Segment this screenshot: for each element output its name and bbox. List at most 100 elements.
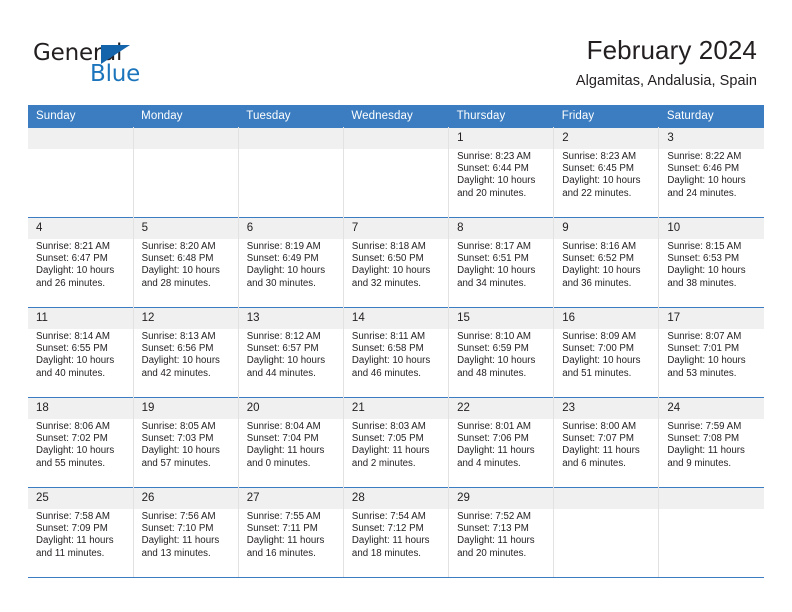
calendar-day-cell[interactable]: 8 Sunrise: 8:17 AM Sunset: 6:51 PM Daylight… (448, 217, 555, 308)
day-detail-line: and 13 minutes. (141, 547, 211, 559)
calendar-day-cell[interactable]: 12 Sunrise: 8:13 AM Sunset: 6:56 PM Dayligh… (133, 307, 239, 398)
day-detail-line: Sunrise: 8:03 AM (351, 421, 426, 432)
day-detail-line: Daylight: 10 hours (351, 355, 431, 367)
calendar-day-cell[interactable]: 16 Sunrise: 8:09 AM Sunset: 7:00 PM Dayligh… (553, 307, 660, 398)
calendar-day-cell[interactable]: 18 Sunrise: 8:06 AM Sunset: 7:02 PM Dayligh… (28, 397, 134, 488)
day-number: 7 (343, 218, 449, 239)
calendar-day-cell[interactable]: 9 Sunrise: 8:16 AM Sunset: 6:52 PM Daylight… (553, 217, 660, 308)
calendar-day-cell[interactable]: 23 Sunrise: 8:00 AM Sunset: 7:07 PM Dayligh… (553, 397, 660, 488)
day-detail-lines: Sunrise: 8:03 AM Sunset: 7:05 PM Daylight:… (344, 419, 448, 470)
day-detail-line: Sunrise: 8:23 AM (457, 151, 531, 162)
day-number: 10 (659, 218, 764, 239)
calendar-day-cell[interactable]: 27 Sunrise: 7:55 AM Sunset: 7:11 PM Dayligh… (238, 487, 344, 578)
day-number: 6 (238, 218, 343, 239)
calendar-day-cell[interactable]: 10 Sunrise: 8:15 AM Sunset: 6:53 PM Dayligh… (658, 217, 764, 308)
calendar-day-cell[interactable]: 25 Sunrise: 7:58 AM Sunset: 7:09 PM Dayligh… (28, 487, 134, 578)
day-detail-line: Daylight: 11 hours (246, 445, 325, 457)
day-number: 24 (659, 398, 764, 419)
weekday-header-thursday: Thursday (448, 105, 554, 128)
calendar-day-cell[interactable]: 7 Sunrise: 8:18 AM Sunset: 6:50 PM Daylight… (343, 217, 450, 308)
day-detail-lines: Sunrise: 8:06 AM Sunset: 7:02 PM Daylight:… (28, 419, 133, 470)
calendar-day-cell[interactable]: 19 Sunrise: 8:05 AM Sunset: 7:03 PM Dayligh… (133, 397, 239, 488)
calendar-day-cell[interactable]: 29 Sunrise: 7:52 AM Sunset: 7:13 PM Dayligh… (448, 487, 555, 578)
day-detail-line: and 20 minutes. (457, 547, 527, 559)
day-detail-line: Daylight: 11 hours (351, 445, 430, 457)
day-detail-line: Sunset: 7:09 PM (36, 523, 108, 535)
calendar-day-cell[interactable]: 4 Sunrise: 8:21 AM Sunset: 6:47 PM Daylight… (28, 217, 134, 308)
day-detail-line: Sunrise: 7:58 AM (36, 511, 110, 522)
weekday-header-monday: Monday (133, 105, 239, 128)
day-detail-line: and 2 minutes. (351, 457, 416, 469)
calendar-day-cell[interactable]: 21 Sunrise: 8:03 AM Sunset: 7:05 PM Dayligh… (343, 397, 450, 488)
day-detail-line: and 20 minutes. (457, 187, 527, 199)
day-detail-line: and 9 minutes. (667, 457, 732, 469)
calendar-day-cell[interactable]: 22 Sunrise: 8:01 AM Sunset: 7:06 PM Dayligh… (448, 397, 555, 488)
day-detail-line: Sunset: 6:44 PM (457, 163, 529, 175)
calendar-day-cell[interactable]: 1 Sunrise: 8:23 AM Sunset: 6:44 PM Daylight… (448, 127, 555, 218)
day-number: 23 (554, 398, 659, 419)
day-detail-lines: Sunrise: 8:00 AM Sunset: 7:07 PM Daylight:… (554, 419, 658, 470)
calendar-day-cell[interactable]: 11 Sunrise: 8:14 AM Sunset: 6:55 PM Dayligh… (28, 307, 134, 398)
day-number: 14 (343, 308, 449, 329)
day-detail-line: and 46 minutes. (351, 367, 422, 379)
day-detail-line: Daylight: 10 hours (562, 265, 641, 277)
day-detail-lines: Sunrise: 8:21 AM Sunset: 6:47 PM Daylight:… (28, 239, 133, 290)
day-detail-line: Daylight: 11 hours (36, 535, 114, 547)
calendar-day-cell[interactable]: 5 Sunrise: 8:20 AM Sunset: 6:48 PM Daylight… (133, 217, 239, 308)
day-detail-line: Daylight: 10 hours (667, 265, 746, 277)
calendar-day-cell[interactable]: 26 Sunrise: 7:56 AM Sunset: 7:10 PM Dayligh… (133, 487, 239, 578)
calendar-day-cell[interactable]: 15 Sunrise: 8:10 AM Sunset: 6:59 PM Dayligh… (448, 307, 555, 398)
day-detail-line: Sunset: 7:13 PM (457, 523, 529, 535)
day-detail-line: Sunrise: 8:04 AM (246, 421, 321, 432)
calendar-day-cell[interactable]: 13 Sunrise: 8:12 AM Sunset: 6:57 PM Dayligh… (238, 307, 344, 398)
day-detail-lines: Sunrise: 8:20 AM Sunset: 6:48 PM Daylight:… (134, 239, 238, 290)
day-number: 3 (659, 128, 764, 149)
day-detail-line: Daylight: 11 hours (246, 535, 325, 547)
calendar-day-cell[interactable]: 28 Sunrise: 7:54 AM Sunset: 7:12 PM Dayligh… (343, 487, 450, 578)
day-detail-line: Sunset: 7:10 PM (141, 523, 214, 535)
day-detail-line: Sunset: 6:47 PM (36, 253, 108, 265)
calendar-day-cell[interactable]: 3 Sunrise: 8:22 AM Sunset: 6:46 PM Daylight… (658, 127, 764, 218)
day-detail-line: and 18 minutes. (351, 547, 422, 559)
day-number (28, 128, 133, 149)
day-detail-line: and 22 minutes. (562, 187, 632, 199)
day-detail-line: Sunrise: 8:21 AM (36, 241, 110, 252)
calendar-day-cell[interactable]: 14 Sunrise: 8:11 AM Sunset: 6:58 PM Dayligh… (343, 307, 450, 398)
day-number: 9 (554, 218, 659, 239)
day-detail-line: Sunrise: 8:01 AM (457, 421, 531, 432)
calendar-week-row: 1 Sunrise: 8:23 AM Sunset: 6:44 PM Daylight… (28, 127, 764, 218)
calendar-day-cell[interactable]: 6 Sunrise: 8:19 AM Sunset: 6:49 PM Daylight… (238, 217, 344, 308)
day-detail-line: Sunset: 7:08 PM (667, 433, 740, 445)
day-detail-line: Sunrise: 8:22 AM (667, 151, 742, 162)
general-blue-logo[interactable]: General Blue (33, 40, 203, 88)
day-detail-lines: Sunrise: 8:18 AM Sunset: 6:50 PM Daylight:… (344, 239, 448, 290)
calendar-day-cell[interactable]: 20 Sunrise: 8:04 AM Sunset: 7:04 PM Dayligh… (238, 397, 344, 488)
day-detail-lines: Sunrise: 7:59 AM Sunset: 7:08 PM Daylight:… (659, 419, 764, 470)
weekday-header-wednesday: Wednesday (343, 105, 449, 128)
calendar-day-cell[interactable]: 24 Sunrise: 7:59 AM Sunset: 7:08 PM Dayligh… (658, 397, 764, 488)
day-detail-lines: Sunrise: 8:01 AM Sunset: 7:06 PM Daylight:… (449, 419, 553, 470)
day-detail-lines: Sunrise: 8:05 AM Sunset: 7:03 PM Daylight:… (134, 419, 238, 470)
day-number: 2 (554, 128, 659, 149)
day-detail-line: Daylight: 10 hours (562, 355, 641, 367)
day-number: 22 (449, 398, 554, 419)
day-number: 18 (28, 398, 133, 419)
day-detail-line: Daylight: 11 hours (667, 445, 745, 457)
day-detail-line: and 30 minutes. (246, 277, 316, 289)
day-detail-line: Sunset: 7:07 PM (562, 433, 634, 445)
day-detail-line: Sunset: 7:01 PM (667, 343, 740, 355)
day-number: 16 (554, 308, 659, 329)
day-detail-line: and 53 minutes. (667, 367, 737, 379)
day-detail-lines: Sunrise: 7:56 AM Sunset: 7:10 PM Daylight:… (134, 509, 238, 560)
page-subtitle: Algamitas, Andalusia, Spain (575, 73, 757, 89)
day-detail-line: and 6 minutes. (562, 457, 626, 469)
day-detail-lines: Sunrise: 8:17 AM Sunset: 6:51 PM Daylight:… (449, 239, 553, 290)
day-detail-line: Sunrise: 8:09 AM (562, 331, 637, 342)
day-number: 19 (133, 398, 238, 419)
calendar-day-cell[interactable]: 17 Sunrise: 8:07 AM Sunset: 7:01 PM Dayligh… (658, 307, 764, 398)
day-detail-line: and 55 minutes. (36, 457, 106, 469)
day-detail-line: Daylight: 10 hours (141, 445, 220, 457)
calendar-week-row: 25 Sunrise: 7:58 AM Sunset: 7:09 PM Dayligh… (28, 487, 764, 578)
calendar-day-cell[interactable]: 2 Sunrise: 8:23 AM Sunset: 6:45 PM Daylight… (553, 127, 660, 218)
day-number: 25 (28, 488, 133, 509)
